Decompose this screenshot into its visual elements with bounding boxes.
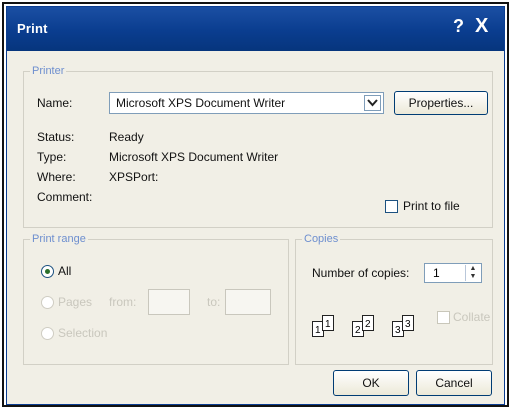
comment-label: Comment: bbox=[37, 190, 93, 204]
ok-button[interactable]: OK bbox=[333, 370, 409, 396]
pages-label: Pages bbox=[58, 295, 93, 309]
to-page-input[interactable] bbox=[225, 289, 271, 315]
print-to-file-checkbox[interactable] bbox=[385, 200, 398, 213]
collate-label: Collate bbox=[453, 310, 491, 324]
type-label: Type: bbox=[37, 150, 67, 164]
print-dialog: Print ? X Printer Name: Microsoft XPS Do… bbox=[6, 6, 505, 405]
print-to-file-label: Print to file bbox=[403, 199, 460, 213]
chevron-down-icon[interactable] bbox=[364, 95, 381, 111]
selection-label: Selection bbox=[58, 326, 108, 340]
all-label: All bbox=[58, 264, 72, 278]
printer-name-select[interactable]: Microsoft XPS Document Writer bbox=[109, 92, 384, 114]
title-bar[interactable]: Print ? X bbox=[7, 7, 504, 51]
from-page-input[interactable] bbox=[148, 289, 190, 315]
collate-page: 2 bbox=[362, 315, 374, 331]
all-radio[interactable] bbox=[41, 265, 54, 278]
to-label: to: bbox=[207, 295, 221, 309]
selection-radio[interactable] bbox=[41, 327, 54, 340]
help-button[interactable]: ? bbox=[453, 17, 464, 35]
dialog-body: Printer Name: Microsoft XPS Document Wri… bbox=[7, 51, 504, 404]
where-label: Where: bbox=[37, 170, 76, 184]
close-button[interactable]: X bbox=[475, 16, 488, 36]
name-label: Name: bbox=[37, 96, 73, 110]
pages-radio[interactable] bbox=[41, 296, 54, 309]
properties-button[interactable]: Properties... bbox=[394, 91, 488, 115]
type-value: Microsoft XPS Document Writer bbox=[109, 150, 279, 164]
collate-page: 3 bbox=[402, 315, 414, 331]
copies-spinner[interactable]: 1 ▲ ▼ bbox=[424, 263, 482, 283]
from-label: from: bbox=[109, 295, 137, 309]
collate-page: 1 bbox=[322, 315, 334, 331]
printer-legend: Printer bbox=[32, 65, 65, 77]
status-label: Status: bbox=[37, 130, 75, 144]
number-of-copies-label: Number of copies: bbox=[312, 266, 410, 280]
selected-printer: Microsoft XPS Document Writer bbox=[116, 96, 286, 110]
copies-value: 1 bbox=[433, 266, 440, 280]
status-value: Ready bbox=[109, 130, 144, 144]
radio-selected-dot bbox=[45, 269, 50, 274]
copies-group: Copies bbox=[295, 233, 493, 365]
print-range-legend: Print range bbox=[32, 233, 86, 245]
copies-legend: Copies bbox=[304, 233, 339, 245]
where-value: XPSPort: bbox=[109, 170, 159, 184]
collate-checkbox[interactable] bbox=[437, 311, 450, 324]
cancel-button[interactable]: Cancel bbox=[416, 370, 492, 396]
window-title: Print bbox=[17, 21, 48, 36]
spinner-arrows-icon[interactable]: ▲ ▼ bbox=[465, 265, 480, 281]
